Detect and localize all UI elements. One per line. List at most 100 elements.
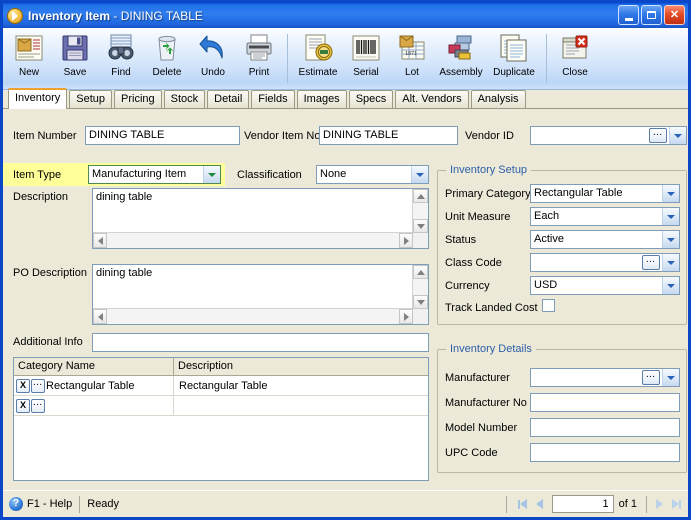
category-grid[interactable]: Category Name Description X … Rectangula… [13,357,429,481]
toolbar-label-assembly: Assembly [439,67,483,78]
status-chevron-down-icon[interactable] [662,231,679,248]
class-code-lookup-icon[interactable] [642,255,660,270]
unit-measure-chevron-down-icon[interactable] [662,208,679,225]
table-row[interactable]: X … Rectangular Table Rectangular Table [14,376,428,396]
toolbar-label-delete: Delete [152,67,182,78]
classification-combo[interactable]: None [316,165,429,184]
item-type-chevron-down-icon[interactable] [203,166,220,183]
toolbar-button-serial[interactable]: Serial [343,28,389,89]
toolbar-button-lot[interactable]: 1871 Lot [389,28,435,89]
tab-label-inventory: Inventory [15,92,61,104]
minimize-button[interactable] [618,5,639,25]
primary-category-chevron-down-icon[interactable] [662,185,679,202]
table-row[interactable]: X … [14,396,428,416]
status-combo[interactable]: Active [530,230,680,249]
column-header-description[interactable]: Description [174,358,428,375]
toolbar-button-new[interactable]: New [6,28,52,89]
track-landed-cost-checkbox[interactable] [542,299,555,312]
class-code-chevron-down-icon[interactable] [662,254,679,271]
row-delete-icon[interactable]: X [16,378,30,393]
description-horizontal-scrollbar[interactable] [93,232,413,248]
description-scroll-down-icon[interactable] [413,219,428,233]
currency-combo[interactable]: USD [530,276,680,295]
row-lookup-icon[interactable]: … [31,378,45,393]
manufacturer-chevron-down-icon[interactable] [662,369,679,386]
description-vscroll-track[interactable] [413,203,428,219]
inventory-app-icon [7,7,23,24]
category-cell[interactable]: X … [14,396,174,415]
toolbar-button-assembly[interactable]: Assembly [435,28,487,89]
first-record-button[interactable] [514,496,531,513]
tab-alt-vendors[interactable]: Alt. Vendors [395,90,469,108]
model-number-input[interactable] [530,418,680,437]
po-description-vscroll-track[interactable] [413,279,428,295]
column-header-category-name[interactable]: Category Name [14,358,174,375]
toolbar-button-undo[interactable]: Undo [190,28,236,89]
item-type-combo[interactable]: Manufacturing Item [88,165,221,184]
po-description-horizontal-scrollbar[interactable] [93,308,413,324]
floppy-disk-icon [59,32,91,64]
additional-info-input[interactable] [92,333,429,352]
description-textarea[interactable]: dining table [92,188,429,249]
primary-category-combo[interactable]: Rectangular Table [530,184,680,203]
page-number-input[interactable]: 1 [551,495,614,513]
class-code-combo[interactable] [530,253,680,272]
toolbar-button-delete[interactable]: Delete [144,28,190,89]
po-description-vertical-scrollbar[interactable] [412,265,428,309]
description-cell[interactable] [174,396,428,415]
tab-images[interactable]: Images [296,90,347,108]
tab-detail[interactable]: Detail [207,90,250,108]
po-description-textarea[interactable]: dining table [92,264,429,325]
category-cell[interactable]: X … Rectangular Table [14,376,174,395]
toolbar-button-close[interactable]: Close [552,28,598,89]
row-lookup-icon[interactable]: … [31,398,45,413]
description-vertical-scrollbar[interactable] [412,189,428,233]
toolbar-button-estimate[interactable]: Estimate [293,28,343,89]
toolbar-button-duplicate[interactable]: Duplicate [487,28,541,89]
vendor-id-chevron-down-icon[interactable] [669,127,686,144]
toolbar-button-print[interactable]: Print [236,28,282,89]
description-hscroll-track[interactable] [107,233,399,248]
vendor-id-combo[interactable] [530,126,687,145]
upc-code-input[interactable] [530,443,680,462]
manufacturer-lookup-icon[interactable] [642,370,660,385]
po-description-scroll-right-icon[interactable] [399,309,413,324]
tab-pricing[interactable]: Pricing [114,90,162,108]
tab-fields[interactable]: Fields [251,90,295,108]
maximize-button[interactable] [641,5,662,25]
vendor-item-no-input[interactable]: DINING TABLE [319,126,458,145]
manufacturer-no-input[interactable] [530,393,680,412]
toolbar-button-find[interactable]: Find [98,28,144,89]
currency-chevron-down-icon[interactable] [662,277,679,294]
po-description-hscroll-track[interactable] [107,309,399,324]
next-record-button[interactable] [651,496,668,513]
po-description-scroll-left-icon[interactable] [93,309,107,324]
tab-analysis[interactable]: Analysis [470,90,526,108]
last-record-button[interactable] [668,496,685,513]
item-number-input[interactable]: DINING TABLE [85,126,240,145]
manufacturer-combo[interactable] [530,368,680,387]
po-description-scroll-down-icon[interactable] [413,295,428,309]
po-description-scroll-up-icon[interactable] [413,265,428,279]
tab-specs[interactable]: Specs [348,90,394,108]
description-label: Description [13,191,69,203]
tab-label-analysis: Analysis [477,93,519,105]
tab-inventory[interactable]: Inventory [8,88,68,109]
description-scroll-left-icon[interactable] [93,233,107,248]
description-scroll-right-icon[interactable] [399,233,413,248]
classification-chevron-down-icon[interactable] [411,166,428,183]
row-delete-icon[interactable]: X [16,398,30,413]
unit-measure-combo[interactable]: Each [530,207,680,226]
description-cell[interactable]: Rectangular Table [174,376,428,395]
tab-stock[interactable]: Stock [163,90,206,108]
toolbar-button-save[interactable]: Save [52,28,98,89]
barcode-icon [350,32,382,64]
close-button[interactable]: ✕ [664,5,685,25]
help-label[interactable]: F1 - Help [27,495,72,514]
previous-record-button[interactable] [531,496,548,513]
tab-setup[interactable]: Setup [69,90,112,108]
vendor-id-lookup-icon[interactable] [649,128,667,143]
help-question-icon[interactable]: ? [9,497,23,511]
status-separator-3 [646,495,647,513]
description-scroll-up-icon[interactable] [413,189,428,203]
